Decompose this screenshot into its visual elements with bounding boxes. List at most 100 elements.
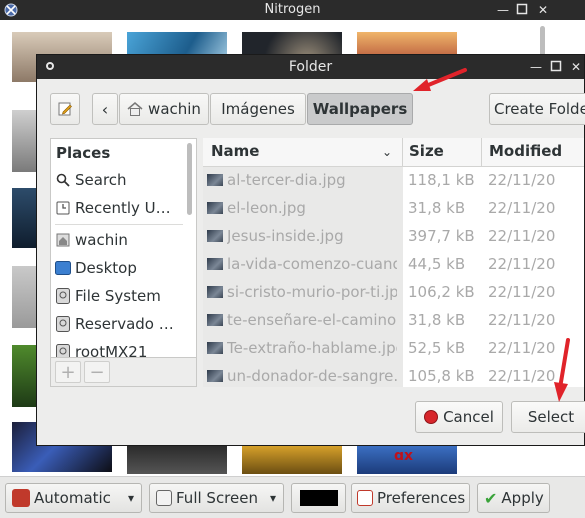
column-modified[interactable]: Modified	[489, 142, 562, 160]
preferences-icon	[357, 490, 373, 506]
chevron-down-icon: ▾	[127, 491, 134, 505]
checkmark-icon: ✔	[484, 488, 498, 508]
apply-button[interactable]: ✔ Apply	[477, 483, 550, 513]
nitrogen-titlebar: Nitrogen — ✕	[0, 0, 585, 20]
maximize-icon[interactable]	[549, 60, 563, 74]
path-bar: ‹ wachin Imágenes Wallpapers Create Fold…	[37, 79, 585, 139]
preferences-label: Preferences	[377, 489, 466, 507]
create-folder-label: Create Folder	[494, 100, 585, 118]
sidebar-item-recently-used[interactable]: Recently Used	[51, 195, 186, 221]
drive-icon	[55, 316, 71, 332]
path-segment-wallpapers[interactable]: Wallpapers	[307, 93, 413, 125]
file-row[interactable]: un-donador-de-sangre.jpg 105,8 kB 22/11/20	[203, 362, 584, 387]
edit-location-button[interactable]	[50, 93, 80, 125]
file-list: Name ⌄ Size Modified al-tercer-dia.jpg 11…	[203, 138, 584, 387]
minimize-icon[interactable]: —	[496, 3, 510, 17]
sidebar-item-wachin[interactable]: wachin	[51, 227, 186, 253]
file-size: 397,7 kB	[408, 227, 475, 245]
file-row[interactable]: al-tercer-dia.jpg 118,1 kB 22/11/20	[203, 166, 584, 194]
file-name: la-vida-comenzo-cuando.jpg	[227, 255, 397, 273]
file-modified: 22/11/20	[488, 311, 556, 329]
path-segment-label: Imágenes	[221, 100, 295, 118]
file-size: 118,1 kB	[408, 171, 475, 189]
file-row[interactable]: Te-extraño-hablame.jpg 52,5 kB 22/11/20	[203, 334, 584, 362]
file-modified: 22/11/20	[488, 367, 556, 385]
file-row[interactable]: Jesus-inside.jpg 397,7 kB 22/11/20	[203, 222, 584, 250]
sidebar-scrollbar[interactable]	[187, 141, 193, 385]
file-size: 106,2 kB	[408, 283, 475, 301]
close-icon[interactable]: ✕	[569, 60, 583, 74]
wallpaper-thumb[interactable]	[12, 188, 37, 248]
pencil-icon	[58, 102, 72, 116]
places-sidebar: Places Search Recently Used wachin Deskt…	[50, 138, 197, 387]
annotation-arrow-icon	[413, 68, 467, 91]
file-row[interactable]: la-vida-comenzo-cuando.jpg 44,5 kB 22/11/2…	[203, 250, 584, 278]
file-name: Te-extraño-hablame.jpg	[227, 339, 397, 357]
cancel-label: Cancel	[443, 408, 494, 426]
image-file-icon	[207, 342, 223, 354]
file-name: un-donador-de-sangre.jpg	[227, 367, 397, 385]
annotation-arrow-icon	[554, 338, 570, 402]
file-modified: 22/11/20	[488, 283, 556, 301]
folder-dialog: Folder — ✕ ‹ wachin Imágenes Wallpapers …	[36, 54, 585, 446]
path-segment-label: wachin	[148, 100, 201, 118]
column-size[interactable]: Size	[409, 142, 444, 160]
mode-select[interactable]: Automatic ▾	[5, 483, 142, 513]
chevron-down-icon[interactable]: ⌄	[382, 145, 392, 159]
close-icon[interactable]: ✕	[536, 3, 550, 17]
file-size: 31,8 kB	[408, 311, 466, 329]
sidebar-item-reservado[interactable]: Reservado para el sistema	[51, 311, 186, 337]
sidebar-item-search[interactable]: Search	[51, 167, 186, 193]
file-modified: 22/11/20	[488, 339, 556, 357]
path-segment-imagenes[interactable]: Imágenes	[210, 93, 306, 125]
sidebar-item-label: File System	[75, 287, 161, 305]
file-name: si-cristo-murio-por-ti.jpg	[227, 283, 397, 301]
sidebar-actions: + −	[50, 357, 197, 387]
chevron-down-icon: ▾	[269, 491, 276, 505]
wallpaper-thumb[interactable]	[242, 446, 342, 474]
wallpaper-thumb[interactable]	[12, 266, 37, 328]
apply-label: Apply	[501, 489, 544, 507]
image-file-icon	[207, 286, 223, 298]
path-segment-wachin[interactable]: wachin	[119, 93, 209, 125]
add-bookmark-button[interactable]: +	[55, 361, 81, 383]
file-modified: 22/11/20	[488, 199, 556, 217]
image-file-icon	[207, 258, 223, 270]
create-folder-button[interactable]: Create Folder	[489, 93, 585, 125]
color-swatch	[299, 490, 338, 506]
cancel-icon	[424, 410, 439, 424]
cancel-button[interactable]: Cancel	[415, 401, 503, 433]
wallpaper-thumb[interactable]	[12, 110, 37, 172]
file-row[interactable]: el-leon.jpg 31,8 kB 22/11/20	[203, 194, 584, 222]
wallpaper-thumb[interactable]	[12, 345, 37, 407]
display-select[interactable]: Full Screen ▾	[149, 483, 284, 513]
sidebar-item-desktop[interactable]: Desktop	[51, 255, 186, 281]
color-button[interactable]	[291, 483, 346, 513]
minimize-icon[interactable]: —	[529, 60, 543, 74]
file-size: 44,5 kB	[408, 255, 466, 273]
recent-icon	[55, 200, 71, 216]
file-modified: 22/11/20	[488, 255, 556, 273]
image-file-icon	[207, 202, 223, 214]
file-row[interactable]: te-enseñare-el-camino.jpg 31,8 kB 22/11/20	[203, 306, 584, 334]
column-name[interactable]: Name	[211, 142, 259, 160]
preferences-button[interactable]: Preferences	[351, 483, 470, 513]
sidebar-item-label: Desktop	[75, 259, 137, 277]
file-modified: 22/11/20	[488, 227, 556, 245]
drive-icon	[55, 288, 71, 304]
screen-icon	[156, 490, 172, 506]
remove-bookmark-button[interactable]: −	[84, 361, 110, 383]
file-size: 31,8 kB	[408, 199, 466, 217]
sidebar-item-label: wachin	[75, 231, 128, 249]
nitrogen-bottom-bar: Automatic ▾ Full Screen ▾ Preferences ✔ …	[0, 476, 585, 518]
desktop-icon	[55, 260, 71, 276]
file-row[interactable]: si-cristo-murio-por-ti.jpg 106,2 kB 22/11/…	[203, 278, 584, 306]
sidebar-item-file-system[interactable]: File System	[51, 283, 186, 309]
path-back-button[interactable]: ‹	[92, 93, 118, 125]
file-name: te-enseñare-el-camino.jpg	[227, 311, 397, 329]
file-list-header: Name ⌄ Size Modified	[203, 138, 584, 167]
image-file-icon	[207, 370, 223, 382]
wallpaper-thumb[interactable]	[127, 446, 227, 474]
file-name: Jesus-inside.jpg	[227, 227, 344, 245]
maximize-icon[interactable]	[515, 3, 529, 17]
